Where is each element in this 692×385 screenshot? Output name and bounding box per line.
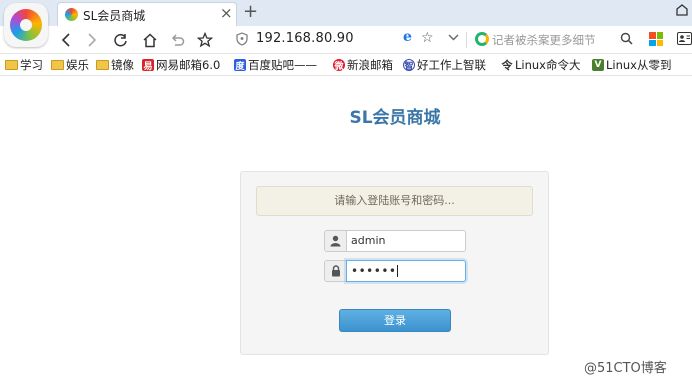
- watermark: @51CTO博客: [584, 361, 667, 376]
- bookmark-item[interactable]: 令 Linux命令大: [501, 57, 581, 73]
- tab-favicon-icon: [65, 8, 78, 21]
- bookmark-item[interactable]: 微 新浪邮箱: [333, 57, 393, 73]
- zhaopin-icon: 智: [403, 59, 415, 72]
- lock-icon: [324, 260, 346, 282]
- home-icon[interactable]: [140, 30, 160, 50]
- text-caret: [397, 265, 399, 277]
- bookmark-item[interactable]: 度 百度贴吧——: [234, 57, 317, 73]
- tab-close-icon[interactable]: ×: [220, 4, 233, 22]
- bookmark-item[interactable]: 镜像: [96, 57, 134, 73]
- browser-tab-active[interactable]: SL会员商城 ×: [57, 2, 237, 26]
- baidu-paw-icon: 度: [234, 59, 246, 72]
- username-row: admin: [324, 230, 466, 252]
- bookmark-item[interactable]: 娱乐: [51, 57, 89, 73]
- logo-swirl: [10, 9, 42, 41]
- username-input[interactable]: admin: [346, 230, 466, 252]
- window-menu-icon[interactable]: [675, 3, 692, 20]
- folder-icon: [96, 60, 109, 70]
- bookmark-label: 镜像: [111, 58, 134, 72]
- search-icon[interactable]: [620, 32, 633, 48]
- login-hint: 请输入登陆账号和密码...: [256, 186, 533, 216]
- new-tab-button[interactable]: +: [243, 1, 258, 22]
- bookmark-label: 学习: [20, 58, 43, 72]
- bookmark-label: Linux命令大: [515, 58, 581, 72]
- user-icon: [324, 230, 346, 252]
- search-placeholder[interactable]: 记者被杀案更多细节: [492, 32, 596, 48]
- bookmark-label: 百度贴吧——: [248, 58, 317, 72]
- login-panel: 请输入登陆账号和密码... admin •••••• 登录: [240, 171, 549, 355]
- forward-icon[interactable]: [82, 30, 102, 50]
- v-badge-icon: V: [592, 59, 604, 71]
- folder-icon: [5, 60, 18, 70]
- netease-icon: 易: [142, 59, 154, 72]
- browser-logo-icon[interactable]: [4, 3, 48, 47]
- bookmark-label: 好工作上智联: [417, 58, 486, 72]
- back-icon[interactable]: [56, 30, 76, 50]
- password-mask: ••••••: [351, 264, 397, 278]
- bookmark-item[interactable]: 学习: [5, 57, 43, 73]
- browser-toolbar: 192.168.80.90 e ☆ 记者被杀案更多细节: [0, 26, 692, 54]
- apps-grid-icon[interactable]: [649, 32, 663, 46]
- toolbar-divider: [466, 32, 467, 48]
- bookmark-label: 新浪邮箱: [347, 58, 393, 72]
- refresh-icon[interactable]: [110, 30, 130, 50]
- address-url[interactable]: 192.168.80.90: [256, 31, 354, 46]
- login-button[interactable]: 登录: [339, 309, 451, 332]
- search-box[interactable]: 记者被杀案更多细节: [472, 28, 638, 51]
- password-row: ••••••: [324, 260, 466, 282]
- security-shield-icon[interactable]: [236, 32, 248, 49]
- favorite-star-icon[interactable]: [195, 30, 215, 50]
- bookmark-page-icon[interactable]: ☆: [421, 30, 434, 46]
- address-bar[interactable]: 192.168.80.90 e ☆: [229, 28, 467, 51]
- page-title: SL会员商城: [349, 108, 441, 128]
- ie-compat-icon[interactable]: e: [403, 29, 412, 45]
- sina-weibo-icon: 微: [333, 59, 345, 72]
- user-card-icon[interactable]: [677, 32, 692, 46]
- search-engine-icon: [475, 32, 489, 46]
- tab-title: SL会员商城: [83, 9, 146, 23]
- command-icon: 令: [501, 59, 513, 72]
- undo-close-icon[interactable]: [167, 30, 187, 50]
- bookmark-item[interactable]: V Linux从零到: [592, 57, 672, 73]
- bookmark-item[interactable]: 智 好工作上智联: [403, 57, 486, 73]
- page-content: SL会员商城 请输入登陆账号和密码... admin •••••• 登录 @51…: [0, 77, 692, 385]
- bookmark-item[interactable]: 易 网易邮箱6.0: [142, 57, 220, 73]
- bookmark-label: 网易邮箱6.0: [156, 58, 221, 72]
- password-input[interactable]: ••••••: [346, 260, 466, 282]
- bookmark-label: Linux从零到: [606, 58, 672, 72]
- folder-icon: [51, 60, 64, 70]
- bookmark-label: 娱乐: [66, 58, 89, 72]
- bookmarks-bar: 学习 娱乐 镜像 易 网易邮箱6.0 度 百度贴吧—— 微 新浪邮箱 智 好工作…: [0, 54, 692, 76]
- chevron-down-icon[interactable]: [448, 31, 459, 46]
